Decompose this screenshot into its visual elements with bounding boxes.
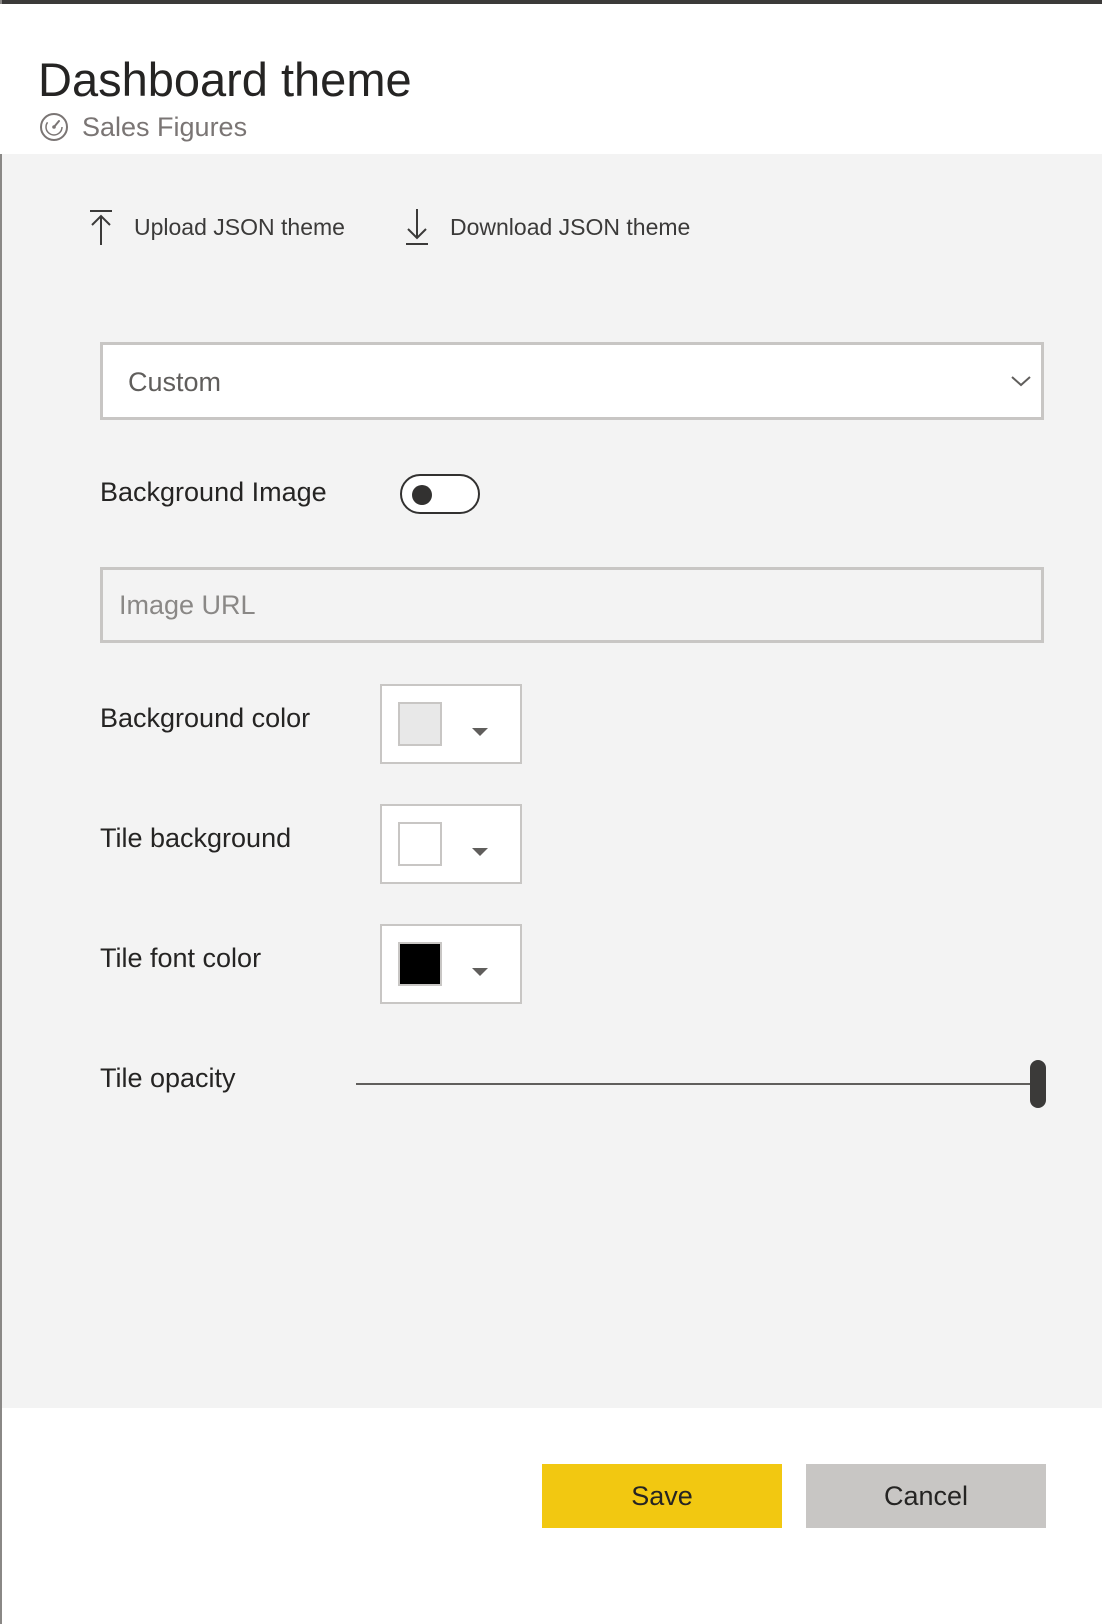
- download-json-theme-label: Download JSON theme: [450, 213, 691, 240]
- tile-opacity-label: Tile opacity: [100, 1063, 236, 1093]
- tile-font-color-label: Tile font color: [100, 943, 262, 973]
- background-color-label: Background color: [100, 703, 311, 733]
- tile-font-color-picker[interactable]: [380, 924, 522, 1004]
- upload-json-theme-label: Upload JSON theme: [134, 213, 345, 240]
- theme-dropdown[interactable]: Custom: [100, 342, 1044, 420]
- background-color-swatch: [398, 702, 442, 746]
- toggle-knob: [412, 485, 432, 505]
- background-image-label: Background Image: [100, 477, 327, 507]
- caret-down-icon: [472, 728, 488, 736]
- dashboard-name-text: Sales Figures: [82, 111, 248, 142]
- upload-json-theme-button[interactable]: Upload JSON theme: [88, 202, 345, 252]
- slider-thumb[interactable]: [1030, 1060, 1046, 1108]
- chevron-down-icon: [1011, 376, 1031, 387]
- caret-down-icon: [472, 848, 488, 856]
- dialog-title: Dashboard theme: [38, 53, 412, 106]
- upload-arrow-icon: [90, 210, 112, 245]
- dashboard-gauge-icon: [40, 113, 68, 141]
- tile-background-swatch: [398, 822, 442, 866]
- slider-track: [356, 1083, 1046, 1085]
- tile-background-picker[interactable]: [380, 804, 522, 884]
- theme-dropdown-value: Custom: [128, 367, 222, 397]
- dashboard-name: Sales Figures: [38, 110, 247, 144]
- image-url-input[interactable]: [100, 567, 1044, 643]
- tile-opacity-slider[interactable]: [356, 1058, 1046, 1108]
- save-button[interactable]: Save: [542, 1464, 782, 1528]
- background-color-picker[interactable]: [380, 684, 522, 764]
- download-json-theme-button[interactable]: Download JSON theme: [404, 202, 690, 252]
- cancel-button[interactable]: Cancel: [806, 1464, 1046, 1528]
- tile-font-color-swatch: [398, 942, 442, 986]
- background-image-toggle[interactable]: [400, 474, 480, 514]
- download-arrow-icon: [406, 209, 428, 245]
- caret-down-icon: [472, 968, 488, 976]
- tile-background-label: Tile background: [100, 823, 292, 853]
- dialog-header: Dashboard theme Sales Figures: [0, 4, 1102, 154]
